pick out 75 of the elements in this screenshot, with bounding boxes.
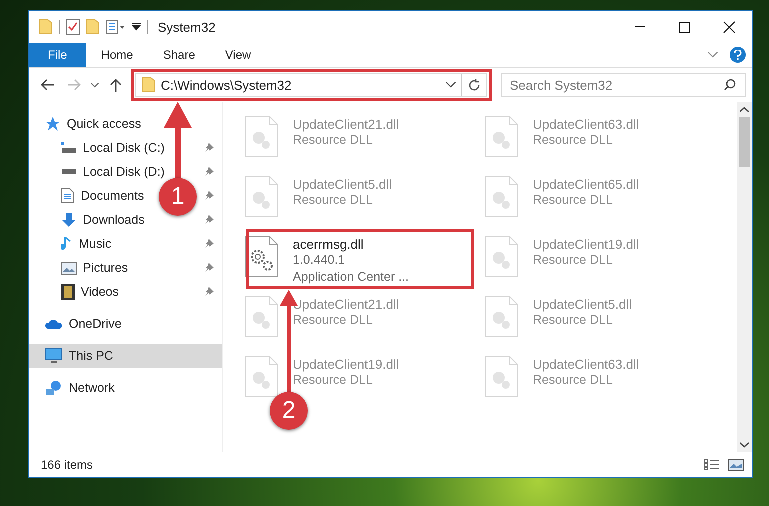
checklist-icon[interactable] xyxy=(66,19,80,35)
pin-icon[interactable] xyxy=(204,167,214,177)
back-icon[interactable] xyxy=(41,79,55,91)
drive-icon xyxy=(61,169,77,175)
file-description: Resource DLL xyxy=(293,132,374,149)
window-title: System32 xyxy=(158,20,216,34)
sidebar-item[interactable]: Downloads xyxy=(83,213,145,227)
file-icon xyxy=(245,356,279,398)
network-icon xyxy=(45,380,63,396)
file-icon xyxy=(485,236,519,278)
tiles-view-icon[interactable] xyxy=(728,458,744,470)
star-icon xyxy=(45,116,61,132)
item-count: 166 items xyxy=(41,458,94,472)
search-field[interactable]: Search System32 xyxy=(501,73,746,97)
file-icon xyxy=(485,176,519,218)
ribbon-tab[interactable]: File xyxy=(29,43,86,67)
folder-icon xyxy=(142,77,156,93)
pin-icon[interactable] xyxy=(204,287,214,297)
file-icon xyxy=(245,176,279,218)
pin-icon[interactable] xyxy=(204,143,214,153)
file-icon xyxy=(485,296,519,338)
chevron-down-icon[interactable] xyxy=(91,82,99,88)
file-description: Resource DLL xyxy=(293,192,374,209)
folder-icon xyxy=(39,19,53,35)
search-icon[interactable] xyxy=(724,79,736,91)
gear-file-icon xyxy=(245,236,279,278)
ribbon-tab[interactable]: Share xyxy=(148,43,210,67)
ribbon-tab[interactable]: Home xyxy=(86,43,148,67)
picture-icon xyxy=(61,262,77,274)
file-icon xyxy=(245,296,279,338)
new-folder-icon xyxy=(86,19,100,35)
drive-icon xyxy=(61,141,77,155)
pin-icon[interactable] xyxy=(204,191,214,201)
file-description: Resource DLL xyxy=(533,312,614,329)
file-version: 1.0.440.1 xyxy=(293,252,346,269)
file-description: Resource DLL xyxy=(533,192,614,209)
help-icon[interactable] xyxy=(730,47,746,63)
music-note-icon xyxy=(61,236,73,252)
file-icon xyxy=(485,116,519,158)
sidebar-item[interactable]: Music xyxy=(79,237,112,251)
sidebar-item[interactable]: Quick access xyxy=(29,112,222,136)
scrollbar-thumb[interactable] xyxy=(739,117,750,167)
file-icon xyxy=(245,116,279,158)
sidebar-item[interactable]: This PC xyxy=(29,344,222,368)
file-icon xyxy=(485,356,519,398)
monitor-icon xyxy=(45,348,63,364)
chevron-down-icon[interactable] xyxy=(740,442,749,448)
file-description: Resource DLL xyxy=(533,372,614,389)
sidebar-item[interactable]: Videos xyxy=(81,285,119,299)
file-description: Resource DLL xyxy=(293,372,374,389)
scrollbar[interactable] xyxy=(737,102,752,452)
details-view-icon[interactable] xyxy=(704,458,720,470)
file-description: Resource DLL xyxy=(533,252,614,269)
cloud-icon xyxy=(45,318,63,330)
pin-icon[interactable] xyxy=(204,263,214,273)
sidebar-item[interactable]: OneDrive xyxy=(29,312,222,336)
pin-icon[interactable] xyxy=(204,215,214,225)
sidebar-item[interactable]: Documents xyxy=(81,189,144,203)
document-icon xyxy=(61,188,75,204)
up-icon[interactable] xyxy=(110,78,122,92)
film-icon xyxy=(61,284,75,300)
address-bar[interactable]: C:\Windows\System32 xyxy=(135,73,487,97)
sidebar-item[interactable]: Network xyxy=(29,376,222,400)
sidebar-item[interactable]: Pictures xyxy=(83,261,128,275)
file-name[interactable]: acerrmsg.dll xyxy=(293,237,410,252)
chevron-down-icon[interactable] xyxy=(446,82,456,88)
file-description: Resource DLL xyxy=(533,132,614,149)
sidebar-item[interactable]: Local Disk (D:) xyxy=(83,165,165,179)
chevron-up-icon[interactable] xyxy=(740,107,749,113)
pin-icon[interactable] xyxy=(204,239,214,249)
ribbon-tab[interactable]: View xyxy=(210,43,266,67)
download-icon xyxy=(61,212,77,228)
file-description: Application Center ... xyxy=(293,269,410,286)
sidebar-item[interactable]: Local Disk (C:) xyxy=(83,141,165,155)
file-description: Resource DLL xyxy=(293,312,374,329)
